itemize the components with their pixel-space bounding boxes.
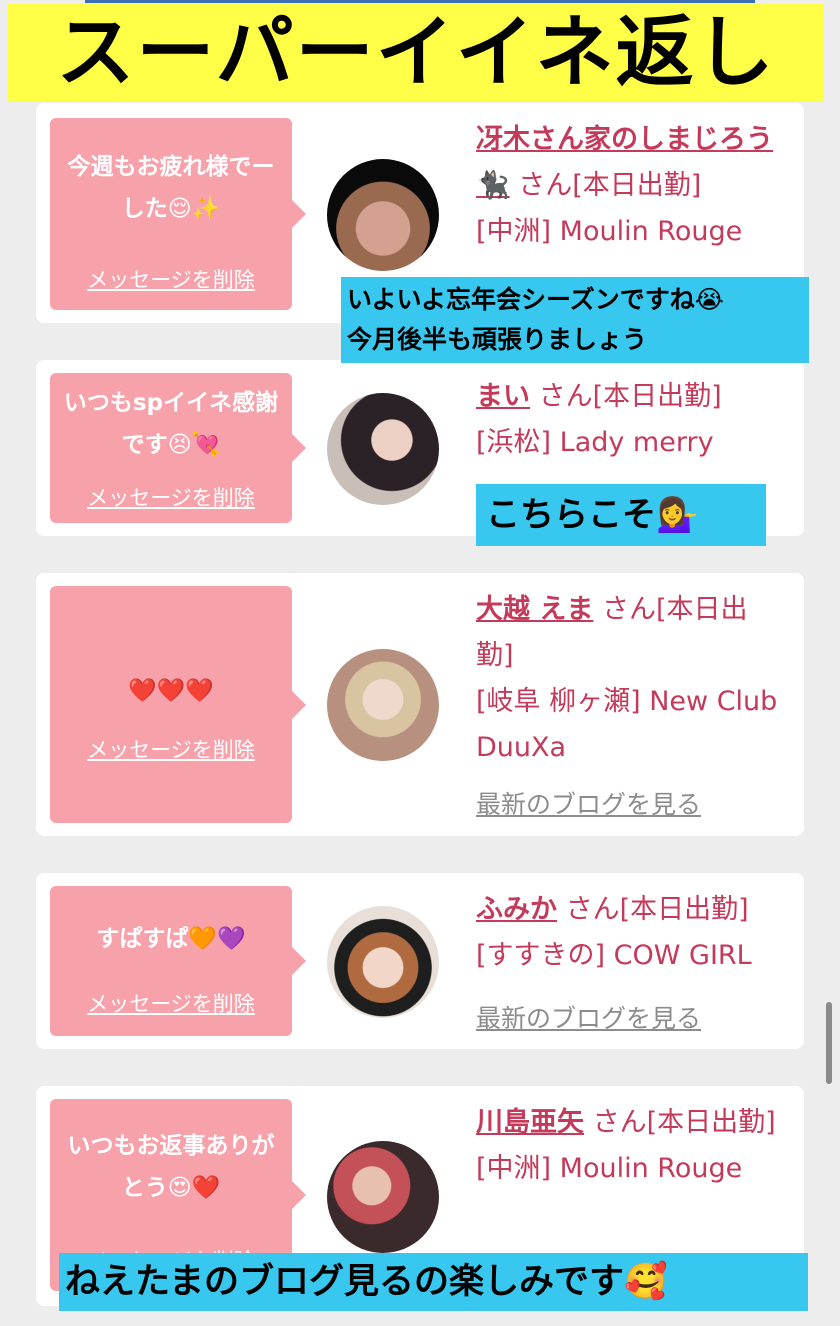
cast-info: 冴木さん家のしまじろう🐈‍⬛ さん[本日出勤] [中洲] Moulin Roug… — [476, 117, 781, 255]
message-bubble: ❤️❤️❤️ メッセージを削除 — [50, 586, 306, 823]
reply-caption-line: 今月後半も頑張りましょう — [347, 325, 648, 354]
like-card: すぱすぱ🧡💜 メッセージを削除 ふみか さん[本日出勤] [すすきの] COW … — [36, 873, 804, 1049]
top-edge-line — [85, 0, 755, 3]
avatar[interactable] — [327, 159, 439, 271]
message-text: いつもspイイネ感謝です😣💘 — [63, 390, 279, 458]
title-banner: スーパーイイネ返し — [8, 4, 824, 102]
avatar[interactable] — [327, 649, 439, 761]
message-text: いつもお返事ありがとう😍❤️ — [67, 1133, 275, 1201]
cast-name-link[interactable]: 川島亜矢 — [476, 1107, 584, 1138]
avatar[interactable] — [327, 906, 439, 1018]
avatar[interactable] — [327, 1141, 439, 1253]
reply-caption: こちらこそ💁‍♀️ — [476, 484, 766, 546]
shop-name: [浜松] Lady merry — [476, 427, 714, 458]
cast-info: 大越 えま さん[本日出勤] [岐阜 柳ヶ瀬] New Club DuuXa — [476, 587, 781, 771]
scrollbar[interactable] — [826, 1002, 832, 1084]
message-bubble: いつもspイイネ感謝です😣💘 メッセージを削除 — [50, 373, 306, 523]
cast-status: さん[本日出勤] — [518, 170, 702, 201]
delete-message-link[interactable]: メッセージを削除 — [50, 264, 292, 294]
shop-name: [中洲] Moulin Rouge — [476, 1153, 743, 1184]
reply-caption: ねえたまのブログ見るの楽しみです🥰 — [59, 1253, 808, 1311]
like-card: ❤️❤️❤️ メッセージを削除 大越 えま さん[本日出勤] [岐阜 柳ヶ瀬] … — [36, 573, 804, 836]
avatar[interactable] — [327, 393, 439, 505]
message-bubble: すぱすぱ🧡💜 メッセージを削除 — [50, 886, 306, 1036]
shop-name: [中洲] Moulin Rouge — [476, 216, 743, 247]
cast-info: 川島亜矢 さん[本日出勤] [中洲] Moulin Rouge — [476, 1100, 781, 1192]
cast-name-link[interactable]: ふみか — [476, 894, 557, 925]
cast-status: さん[本日出勤] — [565, 894, 749, 925]
message-text: すぱすぱ🧡💜 — [96, 926, 246, 952]
cast-status: さん[本日出勤] — [538, 381, 722, 412]
message-bubble: 今週もお疲れ様でーした😌✨ メッセージを削除 — [50, 118, 306, 310]
cast-name-link[interactable]: まい — [476, 381, 530, 412]
cast-info: ふみか さん[本日出勤] [すすきの] COW GIRL — [476, 887, 781, 979]
shop-name: [すすきの] COW GIRL — [476, 940, 752, 971]
reply-caption: いよいよ忘年会シーズンですね😭 今月後半も頑張りましょう — [341, 277, 809, 363]
cast-name-link[interactable]: 大越 えま — [476, 594, 593, 625]
latest-blog-link[interactable]: 最新のブログを見る — [476, 999, 701, 1035]
reply-caption-line: いよいよ忘年会シーズンですね😭 — [347, 285, 724, 314]
message-text: ❤️❤️❤️ — [128, 678, 214, 704]
delete-message-link[interactable]: メッセージを削除 — [50, 482, 292, 512]
cast-status: さん[本日出勤] — [592, 1107, 776, 1138]
delete-message-link[interactable]: メッセージを削除 — [50, 734, 292, 764]
latest-blog-link[interactable]: 最新のブログを見る — [476, 785, 701, 821]
message-text: 今週もお疲れ様でーした😌✨ — [67, 154, 275, 222]
shop-name: [岐阜 柳ヶ瀬] New Club DuuXa — [476, 686, 778, 763]
cast-info: まい さん[本日出勤] [浜松] Lady merry — [476, 374, 781, 466]
delete-message-link[interactable]: メッセージを削除 — [50, 988, 292, 1018]
